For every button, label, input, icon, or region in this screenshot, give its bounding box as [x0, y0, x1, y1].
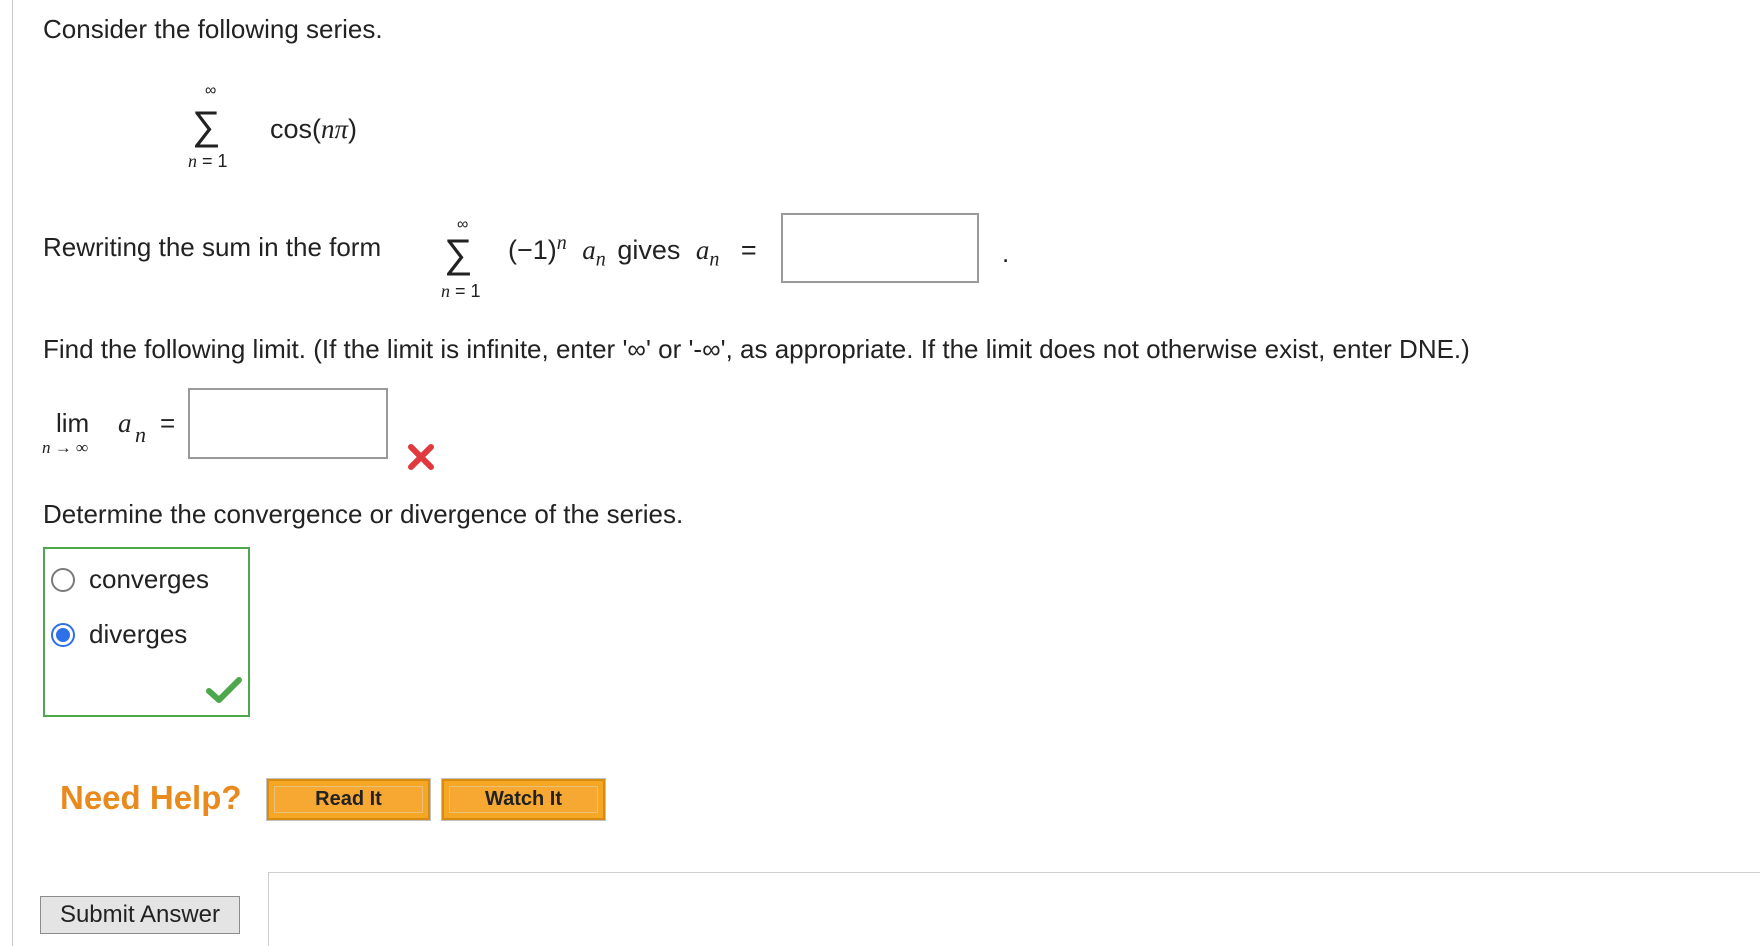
read-it-button[interactable]: Read It	[266, 778, 431, 821]
a-subscript-2: n	[709, 248, 720, 271]
watch-it-label: Watch It	[484, 788, 563, 810]
lim-text: lim	[56, 408, 90, 438]
read-it-label: Read It	[315, 788, 382, 810]
convergence-choices: converges diverges	[43, 547, 250, 717]
lim-subscript: n → ∞	[42, 438, 89, 457]
neg-one: (−1)	[508, 235, 557, 265]
rewrite-lower-var: n	[441, 281, 450, 301]
gives-text: gives	[617, 235, 681, 265]
sigma-symbol: ∑	[192, 104, 221, 148]
rewrite-term: (−1)n an gives an =	[508, 232, 757, 271]
lower-rest: = 1	[197, 151, 228, 171]
submit-answer-button[interactable]: Submit Answer	[40, 896, 240, 934]
rewrite-lower-rest: = 1	[450, 281, 481, 301]
correct-check-icon	[206, 677, 242, 703]
watch-it-button[interactable]: Watch It	[441, 778, 606, 821]
a-subscript: n	[595, 248, 606, 271]
equals-sign: =	[740, 235, 757, 265]
a-symbol-2: a	[695, 235, 710, 265]
exponent-n: n	[556, 232, 567, 254]
radio-diverges[interactable]	[51, 622, 75, 647]
page-left-border	[12, 0, 13, 946]
choice-converges-label: converges	[89, 564, 209, 594]
lower-var: n	[188, 151, 197, 171]
limit-expression: lim n → ∞ a n =	[42, 408, 202, 468]
lim-a-sub: n	[135, 422, 146, 447]
choice-diverges[interactable]: diverges	[51, 619, 187, 650]
an-answer-input[interactable]	[781, 213, 979, 283]
n-pi: nπ	[321, 114, 349, 144]
choice-diverges-label: diverges	[89, 619, 188, 649]
cos-text: cos(	[270, 114, 322, 144]
sum-lower-limit: n = 1	[188, 151, 228, 172]
bottom-panel	[268, 872, 1760, 946]
rewrite-prefix: Rewriting the sum in the form	[43, 232, 382, 262]
lim-a: a	[118, 408, 132, 438]
limit-answer-input[interactable]	[188, 388, 388, 459]
lim-equals: =	[160, 408, 176, 438]
need-help-label: Need Help?	[60, 779, 242, 816]
intro-text: Consider the following series.	[43, 14, 383, 44]
determine-text: Determine the convergence or divergence …	[43, 499, 684, 529]
sum-upper-limit: ∞	[205, 82, 217, 99]
limit-instructions: Find the following limit. (If the limit …	[43, 334, 1470, 364]
close-paren: )	[348, 114, 358, 144]
a-symbol: a	[582, 235, 596, 265]
rewrite-sigma: ∑	[444, 232, 473, 276]
series-expression: ∞ ∑ n = 1 cos(nπ)	[188, 82, 480, 192]
radio-converges[interactable]	[51, 567, 75, 592]
period: .	[1002, 238, 1010, 268]
choice-converges[interactable]: converges	[51, 564, 209, 595]
incorrect-cross-icon	[408, 444, 434, 470]
rewrite-sum-lower: n = 1	[441, 281, 481, 302]
series-term: cos(nπ)	[270, 114, 357, 145]
